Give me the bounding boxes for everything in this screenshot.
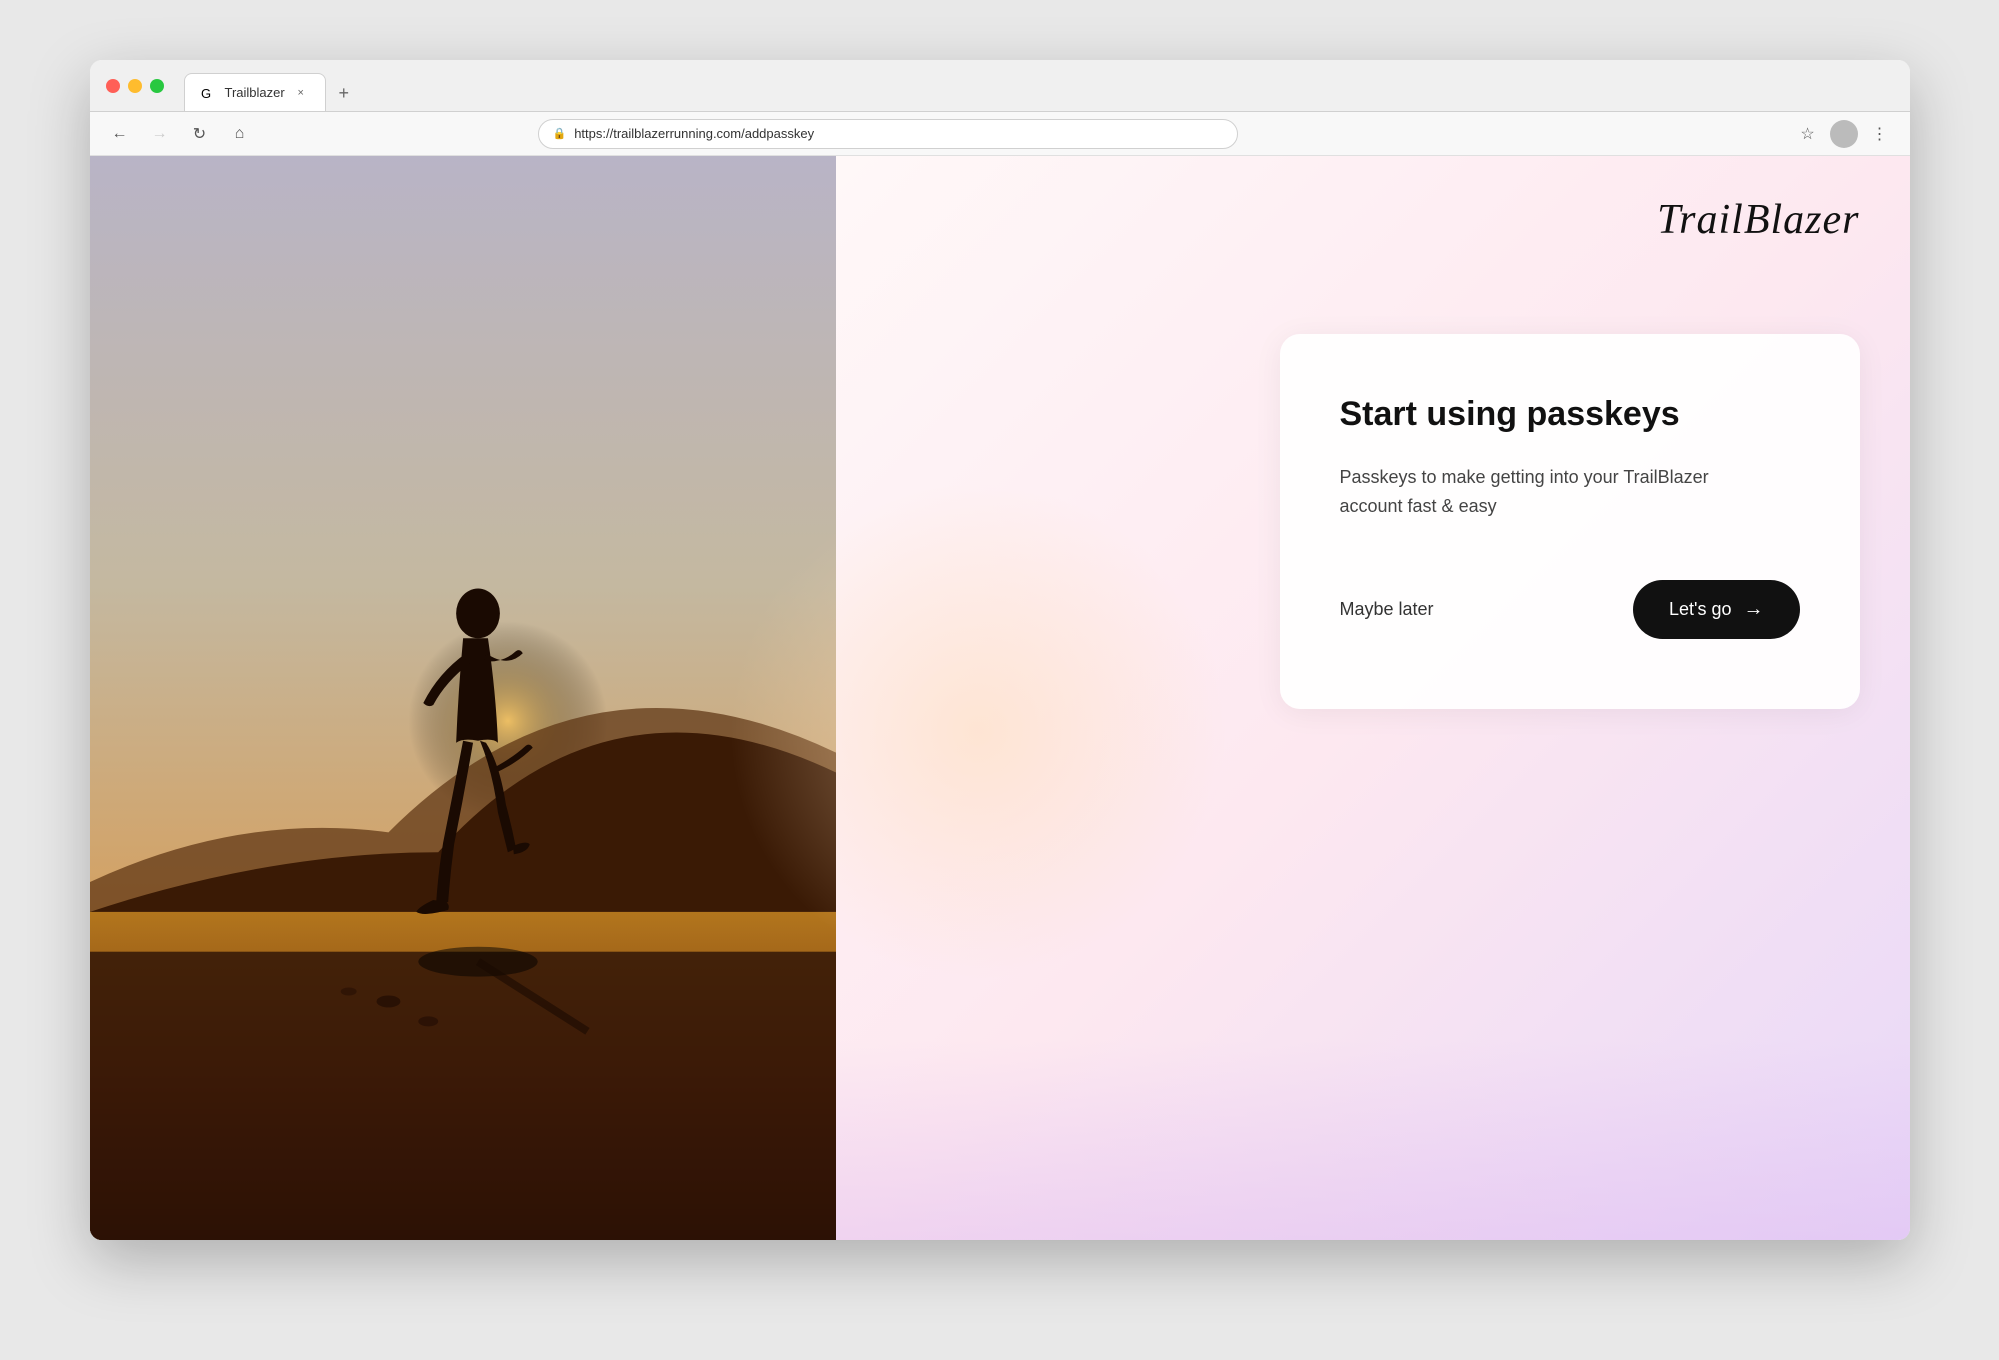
forward-button[interactable]: →: [146, 120, 174, 148]
refresh-button[interactable]: ↻: [186, 120, 214, 148]
title-bar: G Trailblazer × +: [90, 60, 1910, 112]
active-tab[interactable]: G Trailblazer ×: [184, 73, 326, 111]
more-options-button[interactable]: ⋮: [1866, 120, 1894, 148]
back-button[interactable]: ←: [106, 120, 134, 148]
maybe-later-button[interactable]: Maybe later: [1340, 599, 1434, 620]
address-bar[interactable]: 🔒 https://trailblazerrunning.com/addpass…: [538, 119, 1238, 149]
hero-image-panel: [90, 156, 836, 1240]
home-button[interactable]: ⌂: [226, 120, 254, 148]
card-description: Passkeys to make getting into your Trail…: [1340, 463, 1760, 521]
lock-icon: 🔒: [553, 127, 567, 140]
svg-text:G: G: [201, 86, 211, 101]
tab-title: Trailblazer: [225, 85, 285, 100]
new-tab-button[interactable]: +: [330, 79, 358, 107]
lets-go-button[interactable]: Let's go →: [1633, 580, 1799, 639]
brand-logo: TrailBlazer: [1657, 196, 1859, 244]
browser-window: G Trailblazer × + ← → ↻ ⌂ 🔒 https://trai…: [90, 60, 1910, 1240]
close-button[interactable]: [106, 79, 120, 93]
arrow-icon: →: [1744, 598, 1764, 621]
tab-close-button[interactable]: ×: [293, 85, 309, 101]
google-favicon: G: [201, 85, 217, 101]
passkey-card: Start using passkeys Passkeys to make ge…: [1280, 334, 1860, 709]
nav-bar: ← → ↻ ⌂ 🔒 https://trailblazerrunning.com…: [90, 112, 1910, 156]
tab-bar: G Trailblazer × +: [184, 60, 358, 111]
bottom-gradient: [836, 1040, 1910, 1240]
maximize-button[interactable]: [150, 79, 164, 93]
bookmark-button[interactable]: ☆: [1794, 120, 1822, 148]
right-panel: TrailBlazer Start using passkeys Passkey…: [836, 156, 1910, 1240]
minimize-button[interactable]: [128, 79, 142, 93]
lets-go-label: Let's go: [1669, 599, 1731, 620]
profile-avatar[interactable]: [1830, 120, 1858, 148]
url-text: https://trailblazerrunning.com/addpasske…: [574, 126, 814, 141]
runner-scene: [90, 156, 836, 1240]
page-content: TrailBlazer Start using passkeys Passkey…: [90, 156, 1910, 1240]
card-title: Start using passkeys: [1340, 394, 1800, 435]
card-actions: Maybe later Let's go →: [1340, 580, 1800, 639]
runner-svg: [90, 156, 836, 1240]
nav-right-controls: ☆ ⋮: [1794, 120, 1894, 148]
traffic-lights: [106, 79, 164, 93]
